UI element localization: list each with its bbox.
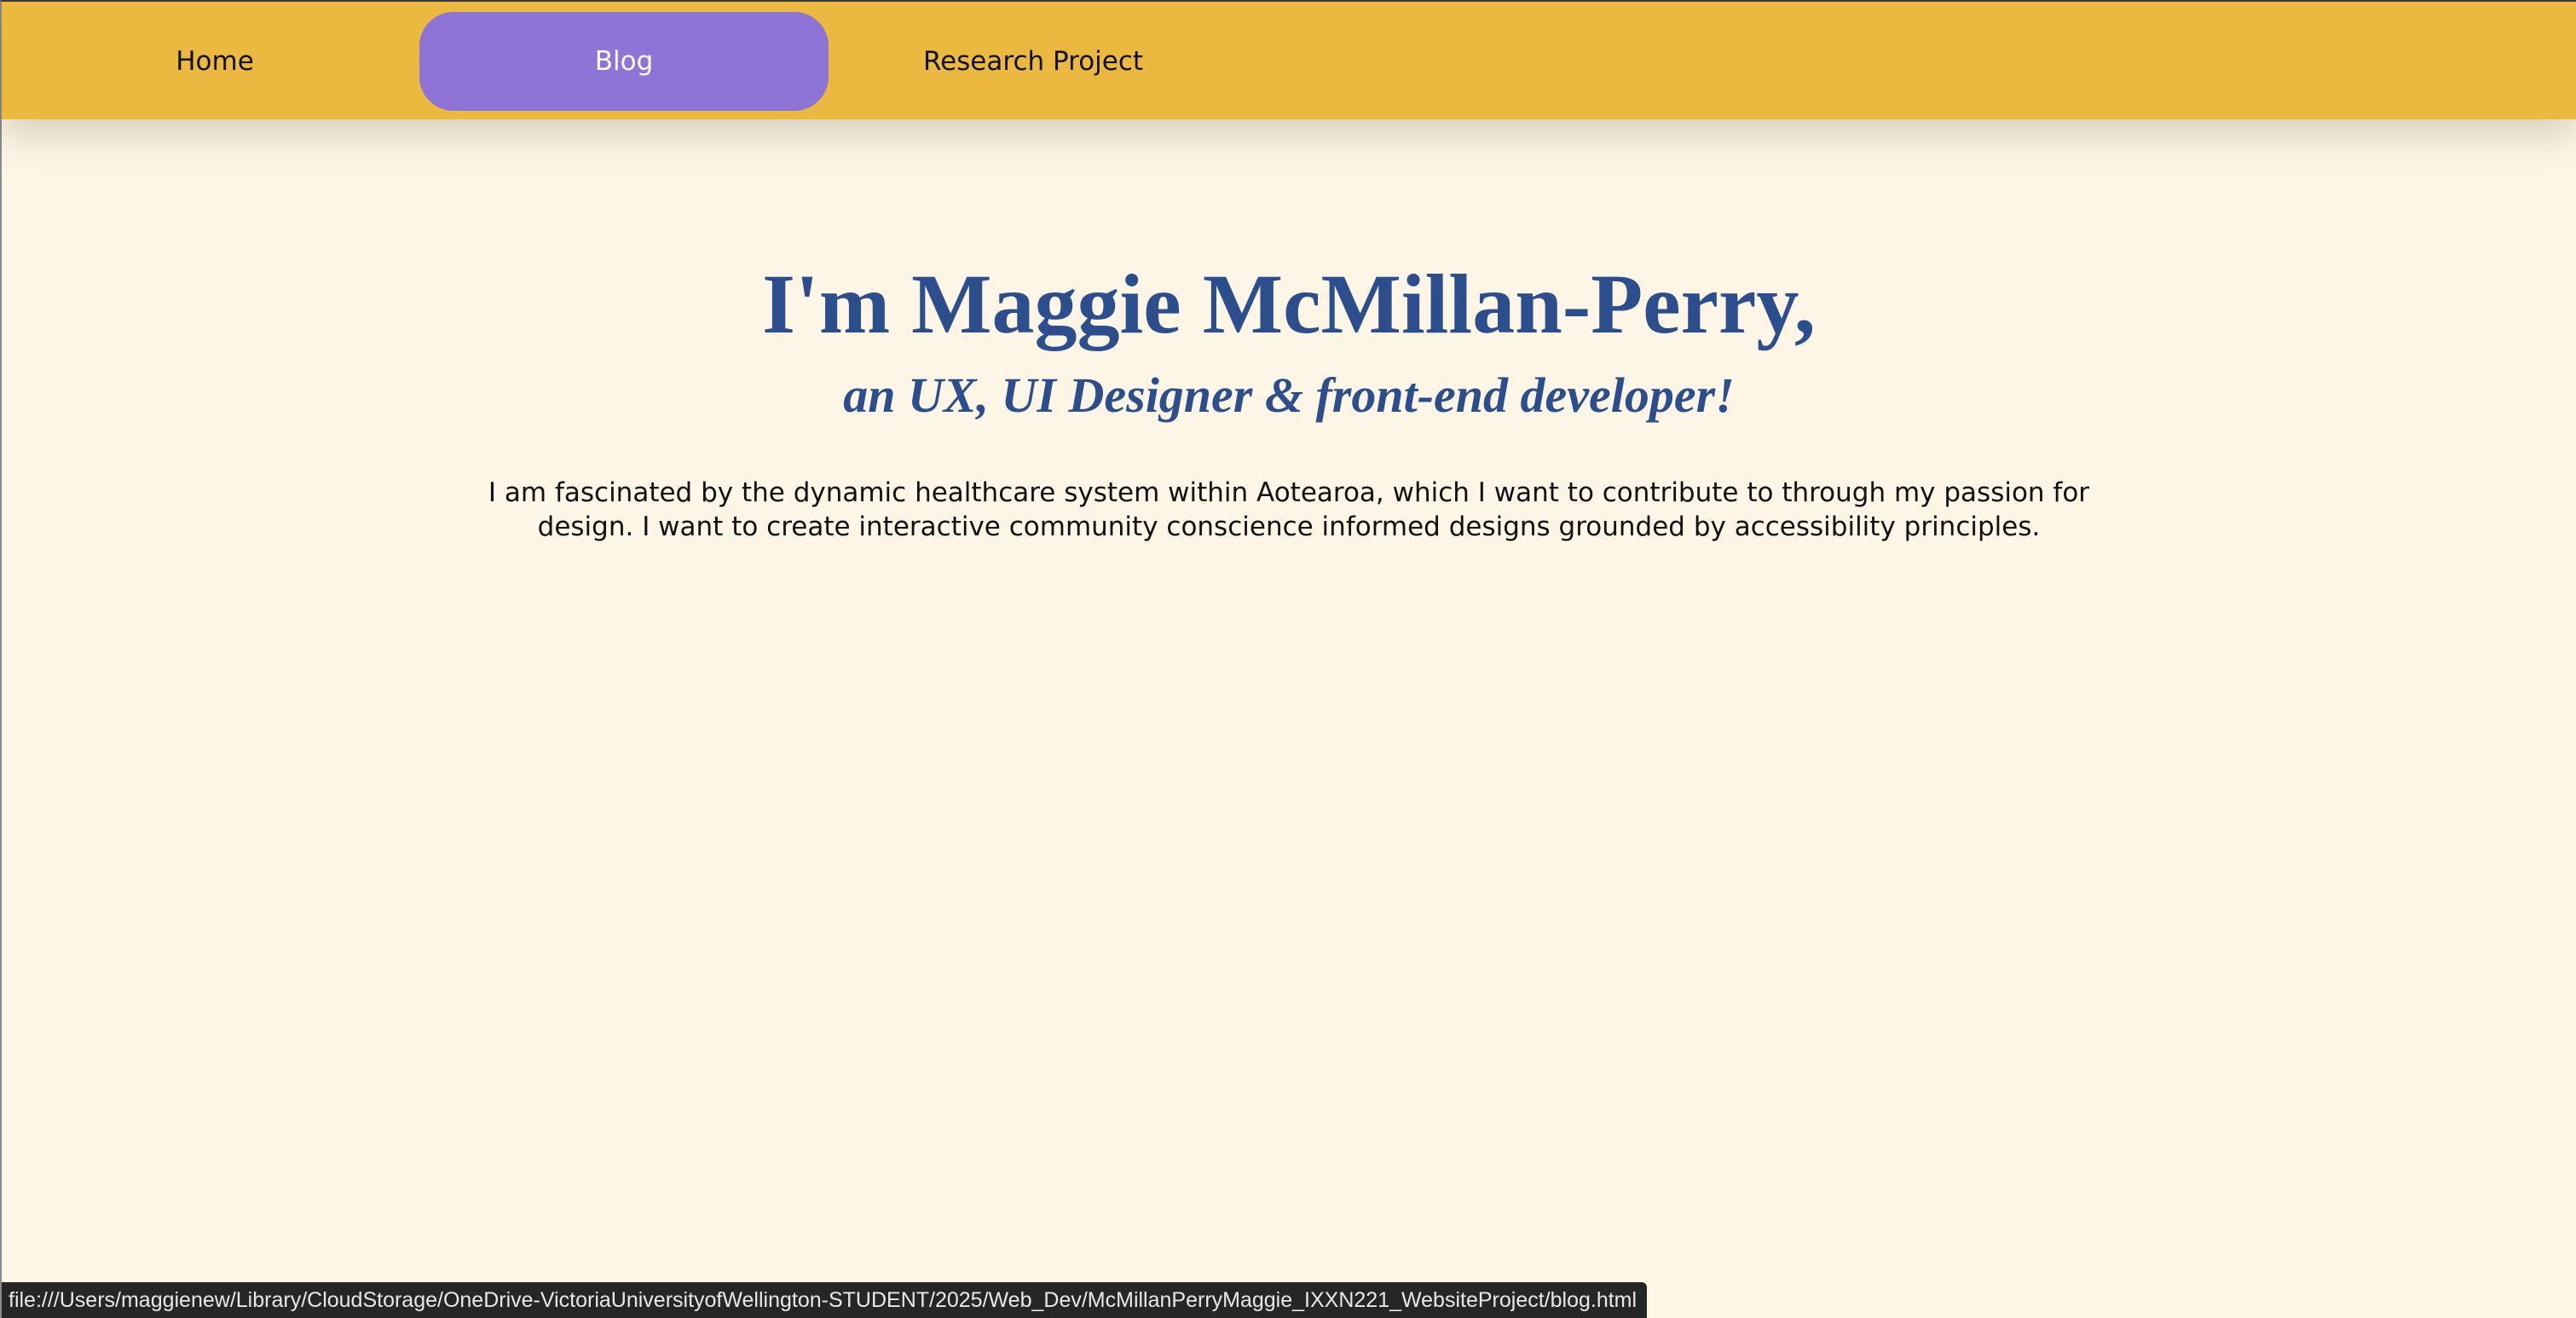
nav-item-label: Research Project xyxy=(922,46,1144,77)
nav-item-blog[interactable]: Blog xyxy=(419,12,829,111)
nav-item-label: Blog xyxy=(594,46,654,77)
page-title: I'm Maggie McMillan-Perry, xyxy=(762,257,1816,351)
nav-item-label: Home xyxy=(176,46,254,77)
top-nav-bar: Home Blog Research Project xyxy=(2,2,2576,119)
nav-item-research-project[interactable]: Research Project xyxy=(829,12,1238,111)
intro-paragraph: I am fascinated by the dynamic healthcar… xyxy=(488,477,2090,542)
hero-section: I'm Maggie McMillan-Perry, an UX, UI Des… xyxy=(2,249,2576,544)
page-subtitle: an UX, UI Designer & front-end developer… xyxy=(843,367,1735,423)
link-preview-status-bar: file:///Users/maggienew/Library/CloudSto… xyxy=(2,1282,1648,1318)
nav-item-home[interactable]: Home xyxy=(10,12,419,111)
